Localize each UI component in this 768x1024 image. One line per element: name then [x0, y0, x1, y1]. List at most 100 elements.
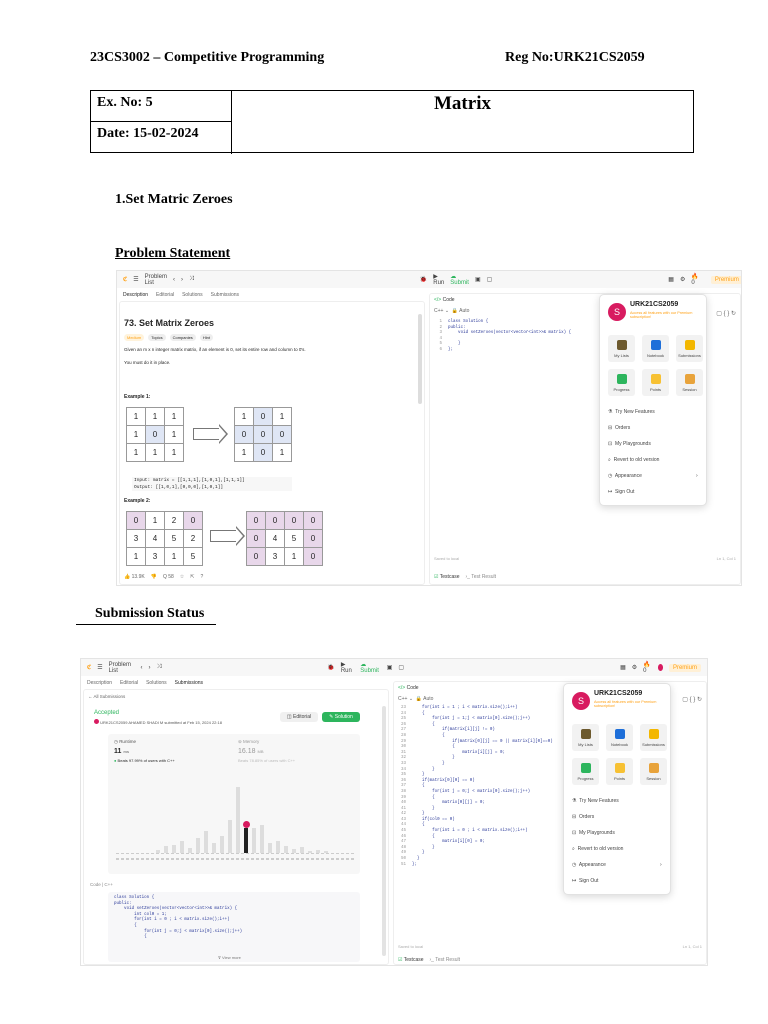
grid-icon[interactable]: ▦: [668, 276, 674, 283]
histogram-bar[interactable]: [276, 841, 280, 853]
histogram-bar[interactable]: [260, 824, 264, 853]
scrollbar[interactable]: [382, 706, 386, 956]
code-tab[interactable]: </> Code: [398, 685, 419, 691]
menu-tile[interactable]: Submissions: [640, 724, 667, 751]
like-button[interactable]: 👍 13.9K: [124, 574, 145, 580]
menu-item[interactable]: ⚗ Try New Features: [572, 798, 619, 804]
fire-icon[interactable]: 🔥0: [691, 273, 698, 286]
shuffle-icon[interactable]: ⤨: [189, 276, 194, 283]
tab-description[interactable]: Description: [123, 292, 148, 298]
histogram-bar[interactable]: [244, 828, 248, 853]
histogram-bar[interactable]: [196, 838, 200, 853]
solution-button[interactable]: ✎ Solution: [322, 712, 360, 722]
histogram-bar[interactable]: [292, 848, 296, 853]
settings-icon[interactable]: ⚙: [632, 664, 637, 671]
premium-promo[interactable]: Access all features with our Premium sub…: [630, 311, 700, 319]
histogram-bar[interactable]: [300, 847, 304, 853]
histogram-bar[interactable]: [308, 850, 312, 853]
histogram-bar[interactable]: [316, 849, 320, 853]
histogram-bar[interactable]: [180, 841, 184, 853]
histogram-bar[interactable]: [252, 828, 256, 853]
run-button[interactable]: ▶ Run: [341, 661, 354, 674]
dislike-button[interactable]: 👎: [151, 574, 157, 580]
code-tab[interactable]: </> Code: [434, 297, 455, 303]
test-result-tab[interactable]: ›_ Test Result: [466, 574, 496, 580]
layout-icon[interactable]: ▢: [487, 276, 493, 283]
topics-tag[interactable]: Topics: [148, 334, 166, 341]
problem-list-link[interactable]: Problem List: [145, 274, 167, 286]
histogram-bar[interactable]: [324, 851, 328, 853]
menu-item[interactable]: ◷ Appearance ›: [572, 862, 662, 868]
testcase-tab[interactable]: ☑ Testcase: [434, 574, 460, 580]
tab-submissions[interactable]: Submissions: [211, 292, 239, 298]
histogram-bar[interactable]: [236, 786, 240, 853]
histogram-bar[interactable]: [268, 843, 272, 853]
histogram-bar[interactable]: [188, 848, 192, 853]
problem-list-link[interactable]: Problem List: [109, 662, 135, 674]
submit-button[interactable]: ☁ Submit: [360, 661, 380, 674]
menu-tile[interactable]: Notebook: [642, 335, 669, 362]
notes-icon[interactable]: ▣: [475, 276, 481, 283]
menu-item[interactable]: ◷ Appearance ›: [608, 473, 698, 479]
submit-button[interactable]: ☁ Submit: [450, 273, 469, 286]
histogram-bar[interactable]: [212, 843, 216, 853]
histogram-bar[interactable]: [164, 846, 168, 853]
premium-button[interactable]: Premium: [710, 275, 741, 284]
help-icon[interactable]: ?: [200, 574, 203, 580]
menu-item[interactable]: ⌕ Revert to old version: [572, 846, 623, 852]
next-icon[interactable]: ›: [149, 665, 151, 671]
all-submissions-link[interactable]: ← All Submissions: [88, 694, 125, 699]
scrollbar[interactable]: [418, 314, 422, 404]
menu-tile[interactable]: Session: [676, 369, 703, 396]
code-editor[interactable]: class Solution { public: void setZeroes(…: [448, 320, 571, 354]
grid-icon[interactable]: ▦: [620, 664, 626, 671]
premium-promo[interactable]: Access all features with our Premium sub…: [594, 700, 664, 708]
test-result-tab[interactable]: ›_ Test Result: [430, 957, 460, 963]
prev-icon[interactable]: ‹: [141, 665, 143, 671]
histogram-bar[interactable]: [284, 846, 288, 853]
menu-tile[interactable]: My Lists: [608, 335, 635, 362]
menu-item[interactable]: ↦ Sign Out: [608, 489, 634, 495]
settings-icon[interactable]: ⚙: [680, 276, 685, 283]
hint-tag[interactable]: Hint: [199, 334, 213, 341]
layout-icon[interactable]: ▢: [398, 664, 404, 671]
tab-editorial[interactable]: Editorial: [120, 680, 138, 686]
tab-description[interactable]: Description: [87, 680, 112, 686]
menu-item[interactable]: ⊡ My Playgrounds: [572, 830, 615, 836]
run-button[interactable]: ▶ Run: [433, 273, 444, 286]
editor-icons[interactable]: ▢ { } ↻: [682, 696, 702, 703]
menu-tile[interactable]: Progress: [608, 369, 635, 396]
tab-editorial[interactable]: Editorial: [156, 292, 174, 298]
menu-tile[interactable]: Session: [640, 758, 667, 785]
fire-icon[interactable]: 🔥0: [643, 661, 651, 674]
editor-icons[interactable]: ▢ { } ↻: [716, 310, 736, 317]
avatar[interactable]: S: [608, 303, 626, 321]
comments-button[interactable]: Q 58: [163, 574, 174, 580]
menu-item[interactable]: ⊟ Orders: [572, 814, 594, 820]
companies-tag[interactable]: Companies: [169, 334, 196, 341]
debug-icon[interactable]: 🐞: [327, 664, 334, 671]
tab-solutions[interactable]: Solutions: [182, 292, 203, 298]
menu-tile[interactable]: Notebook: [606, 724, 633, 751]
testcase-tab[interactable]: ☑ Testcase: [398, 957, 424, 963]
shuffle-icon[interactable]: ⤨: [157, 664, 162, 671]
editorial-button[interactable]: ◫ Editorial: [280, 712, 318, 722]
menu-item[interactable]: ↦ Sign Out: [572, 878, 598, 884]
code-editor[interactable]: for(int i = 1 ; i < matrix.size();i++) {…: [412, 706, 553, 868]
menu-item[interactable]: ⚗ Try New Features: [608, 409, 655, 415]
histogram-bar[interactable]: [172, 844, 176, 853]
histogram-bar[interactable]: [228, 819, 232, 853]
menu-tile[interactable]: Points: [606, 758, 633, 785]
debug-icon[interactable]: 🐞: [420, 276, 427, 283]
histogram-bar[interactable]: [220, 836, 224, 853]
view-more-button[interactable]: ⊽ View more: [218, 955, 241, 960]
memory-label[interactable]: ⊜ Memory: [238, 739, 259, 745]
runtime-label[interactable]: ◷ Runtime: [114, 739, 136, 745]
language-select[interactable]: C++ ⌄ 🔒 Auto: [398, 696, 433, 702]
language-select[interactable]: C++ ⌄ 🔒 Auto: [434, 308, 469, 314]
tab-submissions[interactable]: Submissions: [175, 680, 203, 686]
star-icon[interactable]: ☆: [180, 574, 184, 580]
share-icon[interactable]: ⇱: [190, 574, 194, 580]
histogram-bar[interactable]: [156, 849, 160, 853]
premium-button[interactable]: Premium: [668, 663, 701, 672]
